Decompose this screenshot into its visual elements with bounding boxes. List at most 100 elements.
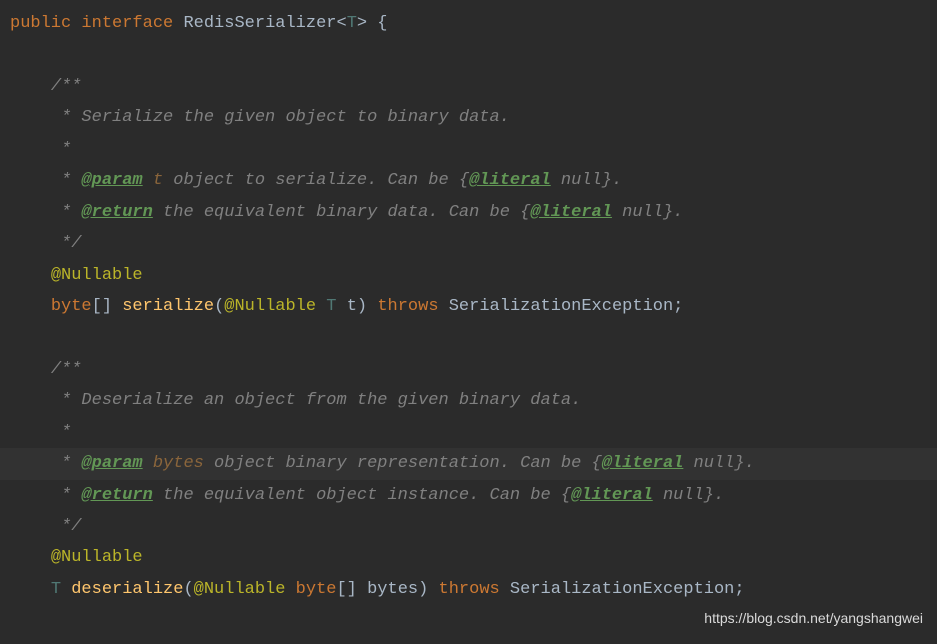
code-line[interactable]: public interface RedisSerializer<T> { xyxy=(0,8,937,39)
token-punct xyxy=(10,391,51,410)
token-comment: null}. xyxy=(612,203,683,222)
token-comment: null}. xyxy=(683,454,754,473)
watermark-text: https://blog.csdn.net/yangshangwei xyxy=(704,606,923,632)
token-comment: * xyxy=(51,486,82,505)
token-doc-param-name: t xyxy=(153,171,163,190)
code-line[interactable] xyxy=(0,39,937,70)
code-line[interactable]: * xyxy=(0,417,937,448)
token-punct xyxy=(10,328,20,347)
token-punct xyxy=(10,360,51,379)
token-comment: /** xyxy=(51,77,82,96)
code-line[interactable]: @Nullable xyxy=(0,260,937,291)
token-punct xyxy=(10,580,51,599)
token-method-name: deserialize xyxy=(71,580,183,599)
token-punct xyxy=(10,454,51,473)
code-line[interactable]: * Deserialize an object from the given b… xyxy=(0,385,937,416)
token-type-param: T xyxy=(347,14,357,33)
code-line[interactable]: * @return the equivalent object instance… xyxy=(0,480,937,511)
token-comment: null}. xyxy=(551,171,622,190)
token-comment: * xyxy=(51,203,82,222)
token-comment: /** xyxy=(51,360,82,379)
token-method-name: serialize xyxy=(122,297,214,316)
token-type-param: T xyxy=(51,580,61,599)
code-line[interactable]: byte[] serialize(@Nullable T t) throws S… xyxy=(0,291,937,322)
token-doc-tag: @lit xyxy=(602,454,643,473)
code-line[interactable] xyxy=(0,322,937,353)
token-punct xyxy=(10,45,20,64)
token-punct xyxy=(10,297,51,316)
token-annotation: @Nullable xyxy=(194,580,286,599)
token-punct xyxy=(10,108,51,127)
token-punct xyxy=(10,234,51,253)
token-comment: null}. xyxy=(653,486,724,505)
token-comment: object to serialize. Can be { xyxy=(163,171,469,190)
token-comment: * xyxy=(51,140,71,159)
token-doc-tag: @literal xyxy=(469,171,551,190)
token-keyword: public xyxy=(10,14,71,33)
token-annotation: @Nullable xyxy=(51,548,143,567)
token-comment: * Deserialize an object from the given b… xyxy=(51,391,582,410)
token-comment: the equivalent binary data. Can be { xyxy=(153,203,530,222)
token-punct: ( xyxy=(183,580,193,599)
token-doc-tag: eral xyxy=(643,454,684,473)
token-doc-tag: @literal xyxy=(530,203,612,222)
token-comment: * xyxy=(51,423,71,442)
token-keyword: byte xyxy=(51,297,92,316)
token-punct xyxy=(10,486,51,505)
code-line[interactable]: /** xyxy=(0,71,937,102)
token-punct xyxy=(10,140,51,159)
token-punct xyxy=(316,297,326,316)
token-comment: object binary representation. Can be { xyxy=(204,454,602,473)
token-annotation: @Nullable xyxy=(224,297,316,316)
code-editor[interactable]: public interface RedisSerializer<T> { /*… xyxy=(0,8,937,605)
token-class-name: > { xyxy=(357,14,388,33)
token-punct xyxy=(10,171,51,190)
token-doc-tag: @return xyxy=(81,203,152,222)
token-comment xyxy=(143,171,153,190)
code-line[interactable]: */ xyxy=(0,228,937,259)
token-keyword: throws xyxy=(377,297,438,316)
token-punct xyxy=(10,423,51,442)
token-doc-tag: @param xyxy=(81,454,142,473)
token-doc-tag: @literal xyxy=(571,486,653,505)
token-comment: * Serialize the given object to binary d… xyxy=(51,108,510,127)
token-punct: SerializationException; xyxy=(500,580,745,599)
code-line[interactable]: * Serialize the given object to binary d… xyxy=(0,102,937,133)
code-line[interactable]: * @param t object to serialize. Can be {… xyxy=(0,165,937,196)
token-comment: * xyxy=(51,454,82,473)
token-punct xyxy=(10,266,51,285)
token-doc-tag: @param xyxy=(81,171,142,190)
token-punct xyxy=(10,548,51,567)
code-line[interactable]: T deserialize(@Nullable byte[] bytes) th… xyxy=(0,574,937,605)
token-punct xyxy=(10,77,51,96)
token-keyword: byte xyxy=(296,580,337,599)
token-punct xyxy=(285,580,295,599)
token-comment: */ xyxy=(51,517,82,536)
code-line[interactable]: /** xyxy=(0,354,937,385)
token-punct: [] xyxy=(92,297,123,316)
code-line[interactable]: */ xyxy=(0,511,937,542)
token-comment: */ xyxy=(51,234,82,253)
code-line[interactable]: * xyxy=(0,134,937,165)
token-doc-tag: @return xyxy=(81,486,152,505)
token-punct: SerializationException; xyxy=(439,297,684,316)
token-class-name: RedisSerializer< xyxy=(183,14,346,33)
token-type-param: T xyxy=(326,297,336,316)
token-punct: [] bytes) xyxy=(336,580,438,599)
token-comment xyxy=(143,454,153,473)
code-line[interactable]: @Nullable xyxy=(0,542,937,573)
token-comment: * xyxy=(51,171,82,190)
code-line[interactable]: * @param bytes object binary representat… xyxy=(0,448,937,479)
token-punct xyxy=(10,517,51,536)
token-comment: the equivalent object instance. Can be { xyxy=(153,486,571,505)
token-punct: ( xyxy=(214,297,224,316)
token-doc-param-name: bytes xyxy=(153,454,204,473)
token-punct xyxy=(10,203,51,222)
token-punct xyxy=(61,580,71,599)
token-punct xyxy=(71,14,81,33)
token-keyword: interface xyxy=(81,14,173,33)
code-line[interactable]: * @return the equivalent binary data. Ca… xyxy=(0,197,937,228)
token-punct: t) xyxy=(337,297,378,316)
token-punct xyxy=(173,14,183,33)
token-keyword: throws xyxy=(439,580,500,599)
